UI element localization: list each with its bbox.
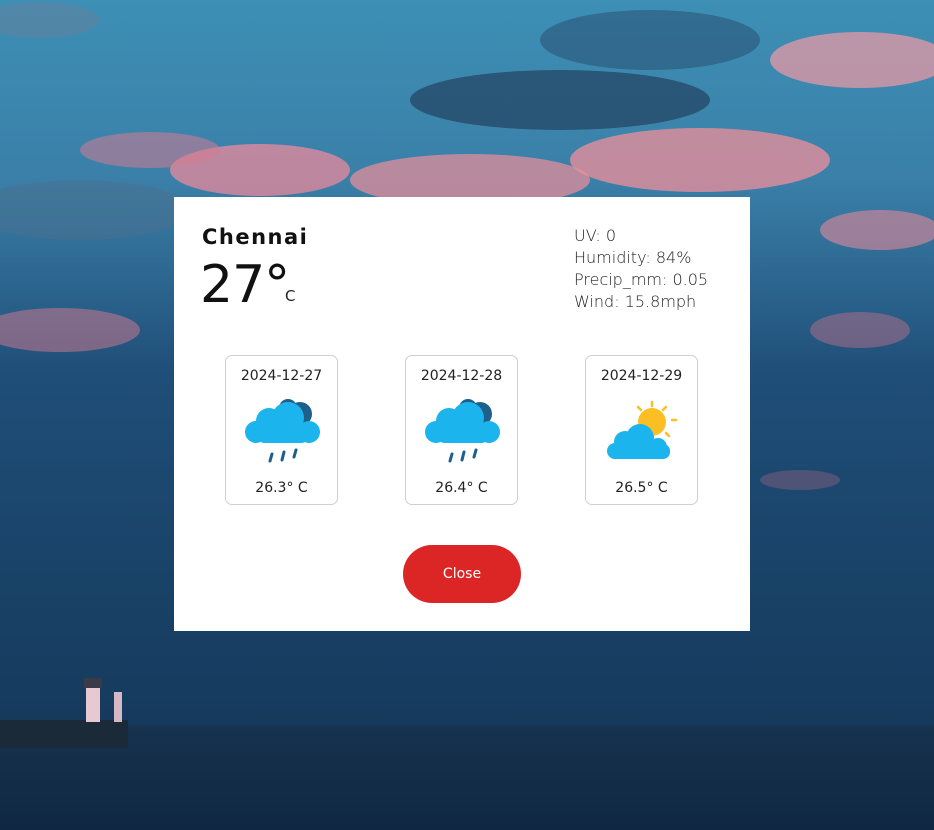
close-button[interactable]: Close	[403, 545, 521, 603]
forecast-date: 2024-12-27	[240, 368, 323, 384]
partly-sunny-icon	[600, 396, 686, 468]
temperature-unit: C	[285, 287, 296, 305]
forecast-temp: 26.5° C	[615, 480, 668, 496]
forecast-date: 2024-12-28	[420, 368, 503, 384]
forecast-date: 2024-12-29	[600, 368, 683, 384]
wind-stat: Wind: 15.8mph	[574, 292, 697, 311]
forecast-card: 2024-12-29 26.5° C	[585, 355, 698, 505]
forecast-card: 2024-12-28 26.4° C	[405, 355, 518, 505]
rain-cloud-icon	[240, 396, 326, 468]
current-temperature: 27°	[200, 255, 290, 315]
precipitation-stat: Precip_mm: 0.05	[574, 270, 709, 289]
rain-cloud-icon	[420, 396, 506, 468]
forecast-card: 2024-12-27 26.3° C	[225, 355, 338, 505]
humidity-stat: Humidity: 84%	[574, 248, 692, 267]
weather-modal: Chennai 27° C UV: 0 Humidity: 84% Precip…	[174, 197, 750, 631]
forecast-temp: 26.4° C	[435, 480, 488, 496]
uv-stat: UV: 0	[574, 226, 617, 245]
weather-stats: UV: 0 Humidity: 84% Precip_mm: 0.05 Wind…	[574, 225, 708, 313]
forecast-temp: 26.3° C	[255, 480, 308, 496]
city-name: Chennai	[202, 225, 309, 249]
